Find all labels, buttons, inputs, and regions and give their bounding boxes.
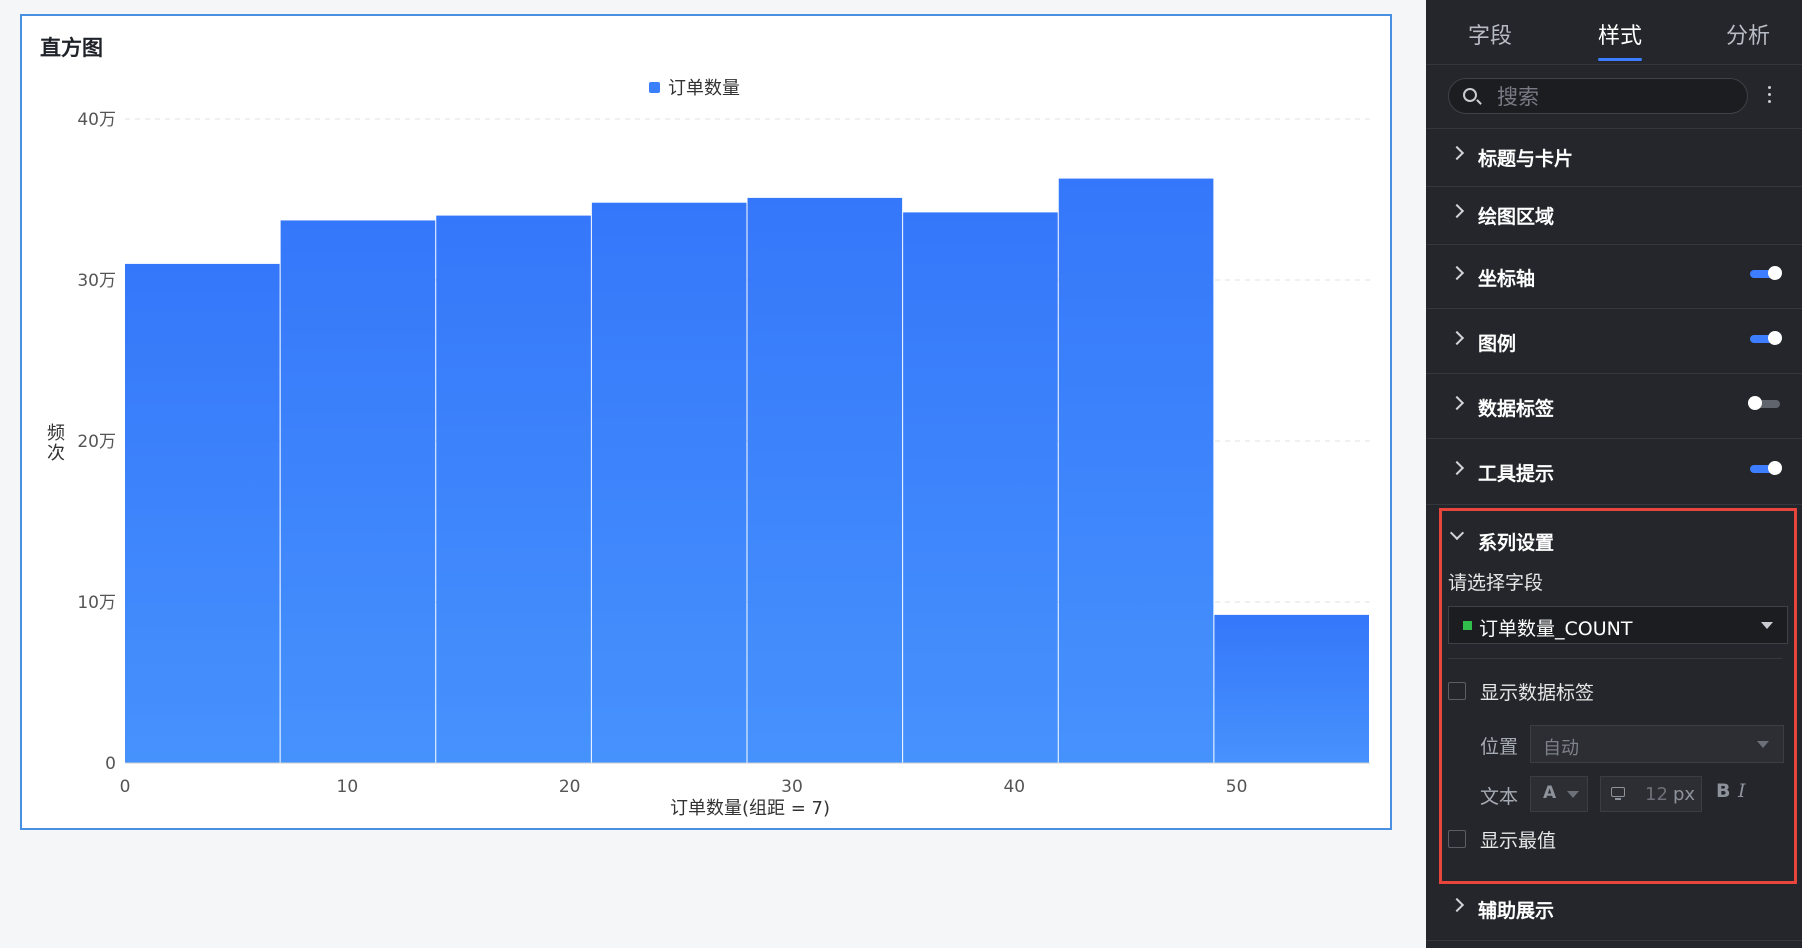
x-tick-label: 30 (781, 777, 803, 797)
x-tick-label: 20 (559, 777, 581, 797)
legend-toggle[interactable] (1750, 331, 1782, 345)
font-size-unit: px (1673, 784, 1696, 805)
font-size-value: 12 (1645, 784, 1668, 805)
style-panel: 字段 样式 分析 标题与卡片 绘图区域 坐标轴 图例 数据标签 工具提 (1426, 0, 1802, 948)
position-select[interactable]: 自动 (1530, 725, 1784, 763)
active-tab-indicator (1598, 58, 1642, 61)
chart-title: 直方图 (40, 36, 103, 60)
divider (1426, 64, 1802, 65)
data-labels-toggle[interactable] (1748, 396, 1780, 410)
section-label: 工具提示 (1478, 463, 1555, 485)
position-value: 自动 (1543, 738, 1579, 759)
section-label: 系列设置 (1478, 532, 1555, 554)
x-tick-label: 40 (1003, 777, 1025, 797)
more-vertical-icon[interactable] (1766, 82, 1772, 110)
divider (1426, 940, 1802, 941)
measure-color-dot (1463, 621, 1472, 630)
section-label: 坐标轴 (1478, 268, 1536, 290)
chevron-right-icon (1449, 460, 1465, 476)
section-series[interactable]: 系列设置 (1426, 512, 1802, 570)
y-axis-label-char: 次 (47, 443, 65, 464)
section-legend[interactable]: 图例 (1426, 313, 1802, 371)
section-title-card[interactable]: 标题与卡片 (1426, 128, 1802, 186)
section-axis[interactable]: 坐标轴 (1426, 248, 1802, 306)
tab-analysis[interactable]: 分析 (1726, 18, 1770, 50)
chevron-down-icon (1449, 525, 1465, 541)
show-data-labels-checkbox[interactable] (1448, 682, 1466, 700)
chevron-right-icon (1449, 145, 1465, 161)
y-axis-label-char: 频 (47, 423, 65, 444)
show-extreme-label: 显示最值 (1480, 830, 1557, 852)
chevron-right-icon (1449, 395, 1465, 411)
section-tooltip[interactable]: 工具提示 (1426, 443, 1802, 501)
divider (1448, 658, 1782, 659)
section-label: 图例 (1478, 333, 1517, 355)
monitor-icon (1611, 787, 1625, 800)
histogram-bar (591, 202, 747, 764)
select-field-label: 请选择字段 (1448, 572, 1544, 594)
caret-down-icon (1567, 791, 1579, 798)
section-aux[interactable]: 辅助展示 (1426, 880, 1802, 938)
font-size-input[interactable]: 12 px (1600, 776, 1702, 812)
histogram-bar (1058, 178, 1214, 763)
section-plot-area[interactable]: 绘图区域 (1426, 186, 1802, 244)
chevron-right-icon (1449, 330, 1465, 346)
section-data-labels[interactable]: 数据标签 (1426, 378, 1802, 436)
tooltip-toggle[interactable] (1750, 461, 1782, 475)
y-tick-label: 10万 (77, 593, 116, 613)
histogram-bar (125, 263, 280, 763)
histogram-bar (747, 197, 903, 763)
section-label: 数据标签 (1478, 398, 1555, 420)
position-label: 位置 (1480, 736, 1519, 758)
histogram-bar (903, 212, 1058, 763)
section-label: 绘图区域 (1478, 206, 1555, 228)
text-label: 文本 (1480, 786, 1519, 808)
divider (1426, 373, 1802, 374)
y-tick-label: 30万 (77, 271, 116, 291)
chevron-right-icon (1449, 203, 1465, 219)
histogram-bar (436, 215, 591, 764)
tab-fields[interactable]: 字段 (1468, 18, 1512, 50)
divider (1426, 244, 1802, 245)
panel-tabs: 字段 样式 分析 (1426, 0, 1802, 64)
font-color-select[interactable]: A (1530, 776, 1588, 812)
y-tick-label: 40万 (77, 110, 116, 130)
divider (1426, 308, 1802, 309)
chart-card[interactable]: 0 10万 20万 30万 40万 0 10 20 30 40 50 订单数量(组距 = 7) 频次 订单… (20, 14, 1392, 830)
y-tick-label: 0 (105, 754, 116, 774)
divider (1426, 438, 1802, 439)
selected-field: 订单数量_COUNT (1479, 618, 1633, 640)
histogram-bar (1214, 614, 1369, 763)
show-data-labels-label: 显示数据标签 (1480, 682, 1595, 704)
x-tick-label: 50 (1226, 777, 1248, 797)
field-select[interactable]: 订单数量_COUNT (1448, 606, 1788, 644)
font-color-icon: A (1543, 783, 1557, 803)
search-input[interactable] (1495, 83, 1739, 111)
tab-style[interactable]: 样式 (1598, 18, 1642, 50)
divider (1426, 504, 1802, 505)
italic-button[interactable]: I (1738, 780, 1746, 802)
legend-swatch (649, 82, 660, 93)
bold-button[interactable]: B (1716, 780, 1730, 802)
chevron-right-icon (1449, 265, 1465, 281)
section-label: 辅助展示 (1478, 900, 1555, 922)
x-tick-label: 10 (337, 777, 359, 797)
x-axis-label: 订单数量(组距 = 7) (670, 798, 830, 819)
chevron-right-icon (1449, 897, 1465, 913)
histogram-bar (280, 220, 436, 763)
show-extreme-checkbox[interactable] (1448, 830, 1466, 848)
legend-label: 订单数量 (668, 78, 740, 99)
caret-down-icon (1761, 622, 1773, 629)
section-label: 标题与卡片 (1478, 148, 1574, 170)
search-icon (1463, 88, 1477, 102)
axis-toggle[interactable] (1750, 266, 1782, 280)
caret-down-icon (1757, 741, 1769, 748)
x-tick-label: 0 (120, 777, 131, 797)
y-tick-label: 20万 (77, 432, 116, 452)
histogram-chart: 0 10万 20万 30万 40万 0 10 20 30 40 50 订单数量(组距 = 7) 频次 订单… (47, 78, 1370, 819)
search-box[interactable] (1448, 78, 1748, 114)
